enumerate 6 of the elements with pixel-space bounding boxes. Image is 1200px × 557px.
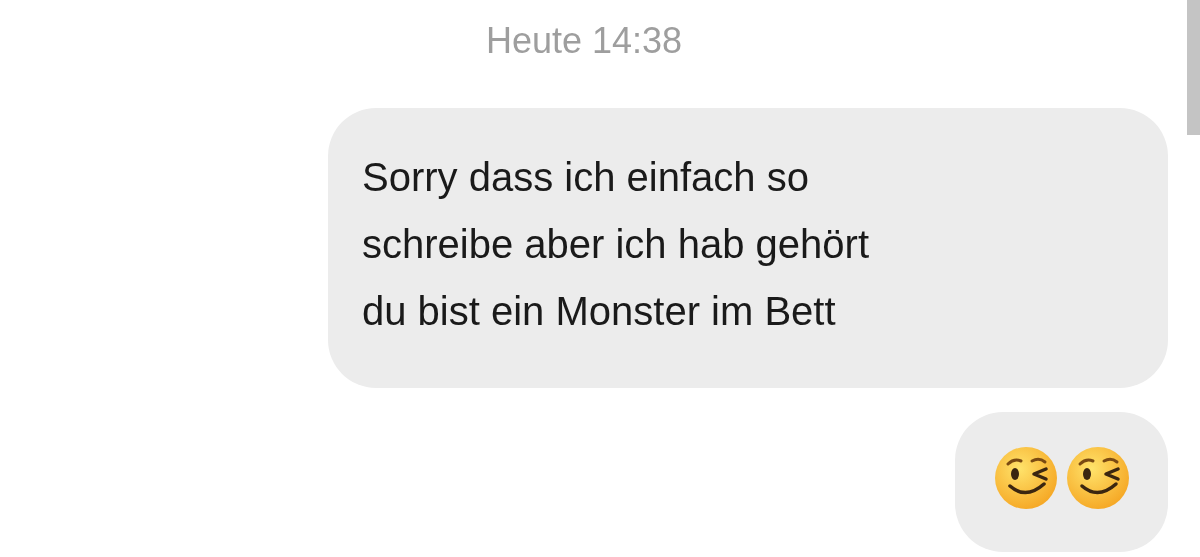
message-bubble[interactable] bbox=[955, 412, 1168, 552]
scrollbar-thumb[interactable] bbox=[1187, 0, 1200, 135]
winking-face-icon bbox=[993, 446, 1058, 510]
winking-face-icon bbox=[1065, 446, 1130, 510]
message-timestamp: Heute 14:38 bbox=[485, 20, 683, 63]
message-bubble[interactable]: Sorry dass ich einfach so schreibe aber ich hab gehört du bist ein Monster im Bett bbox=[328, 108, 1168, 388]
